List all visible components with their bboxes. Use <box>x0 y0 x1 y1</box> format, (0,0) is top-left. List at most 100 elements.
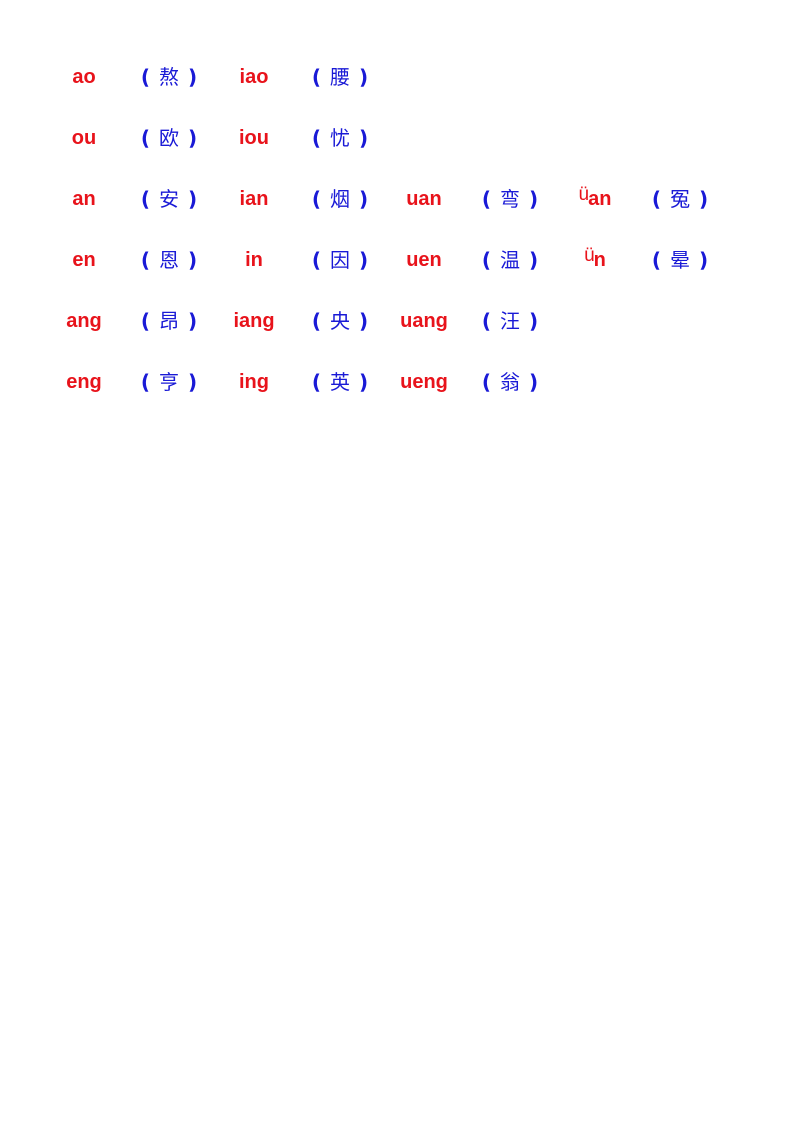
pinyin-text: iou <box>239 127 269 149</box>
example-character: (欧) <box>124 123 214 153</box>
open-paren: ( <box>140 248 150 272</box>
open-paren: ( <box>140 309 150 333</box>
pinyin-final: uang <box>374 306 474 336</box>
hanzi: 恩 <box>159 248 179 272</box>
close-paren: ) <box>359 370 369 394</box>
hanzi: 英 <box>330 370 350 394</box>
example-character: (翁) <box>465 367 555 397</box>
open-paren: ( <box>140 65 150 89</box>
hanzi: 腰 <box>330 65 350 89</box>
close-paren: ) <box>529 248 539 272</box>
close-paren: ) <box>529 370 539 394</box>
close-paren: ) <box>188 187 198 211</box>
hanzi: 汪 <box>500 309 520 333</box>
pinyin-final: iang <box>204 306 304 336</box>
close-paren: ) <box>188 248 198 272</box>
pinyin-text: ueng <box>400 371 448 393</box>
pinyin-text: ing <box>239 371 269 393</box>
pinyin-final: ao <box>34 62 134 92</box>
example-character: (烟) <box>295 184 385 214</box>
pinyin-final: uan <box>374 184 474 214</box>
hanzi: 熬 <box>159 65 179 89</box>
close-paren: ) <box>188 370 198 394</box>
pinyin-final: ang <box>34 306 134 336</box>
close-paren: ) <box>699 248 709 272</box>
pinyin-text: uan <box>406 188 442 210</box>
pinyin-text: eng <box>66 371 102 393</box>
example-character: (忧) <box>295 123 385 153</box>
pinyin-text: en <box>72 249 96 271</box>
umlaut-u: ü <box>578 184 590 205</box>
final-row: an(安) ian(烟) uan(弯) üan(冤) <box>0 184 800 214</box>
hanzi: 安 <box>159 187 179 211</box>
hanzi: 忧 <box>330 126 350 150</box>
pinyin-final: in <box>204 245 304 275</box>
example-character: ( 温) <box>465 245 555 275</box>
open-paren: ( <box>311 370 321 394</box>
example-character: ( 因) <box>295 245 385 275</box>
hanzi: 因 <box>330 248 350 272</box>
pinyin-final: ueng <box>374 367 474 397</box>
pinyin-final: iao <box>204 62 304 92</box>
pinyin-final: uen <box>374 245 474 275</box>
hanzi: 昂 <box>159 309 179 333</box>
pinyin-final: eng <box>34 367 134 397</box>
pinyin-final: en <box>34 245 134 275</box>
close-paren: ) <box>359 187 369 211</box>
pinyin-text: iang <box>233 310 275 332</box>
pinyin-final: ün <box>545 245 645 276</box>
hanzi: 温 <box>500 248 520 272</box>
open-paren: ( <box>481 370 491 394</box>
open-paren: ( <box>651 248 661 272</box>
final-row: ou (欧) iou (忧) <box>0 123 800 153</box>
open-paren: ( <box>481 187 491 211</box>
example-character: ( 英) <box>295 367 385 397</box>
pinyin-final: ou <box>34 123 134 153</box>
hanzi: 央 <box>330 309 350 333</box>
example-character: ( 恩) <box>124 245 214 275</box>
pinyin-text: ou <box>71 127 97 149</box>
open-paren: ( <box>311 309 321 333</box>
close-paren: ) <box>359 126 369 150</box>
open-paren: ( <box>311 65 321 89</box>
example-character: ( 央) <box>295 306 385 336</box>
pinyin-final: üan <box>545 184 645 215</box>
close-paren: ) <box>188 126 198 150</box>
open-paren: ( <box>651 187 661 211</box>
pinyin-final: ing <box>204 367 304 397</box>
pinyin-text: n <box>593 249 606 271</box>
final-row: en(恩) in(因) uen(温) ün(晕) <box>0 245 800 275</box>
close-paren: ) <box>359 309 369 333</box>
close-paren: ) <box>188 309 198 333</box>
hanzi: 冤 <box>670 187 690 211</box>
close-paren: ) <box>359 248 369 272</box>
open-paren: ( <box>140 126 150 150</box>
hanzi: 晕 <box>670 248 690 272</box>
example-character: (亨) <box>124 367 214 397</box>
close-paren: ) <box>188 65 198 89</box>
open-paren: ( <box>311 187 321 211</box>
open-paren: ( <box>311 248 321 272</box>
pinyin-text: ang <box>66 310 102 332</box>
pinyin-final: an <box>34 184 134 214</box>
pinyin-final: ian <box>204 184 304 214</box>
pinyin-text: in <box>245 249 263 271</box>
pinyin-text: uang <box>400 310 448 332</box>
hanzi: 弯 <box>500 187 520 211</box>
open-paren: ( <box>140 370 150 394</box>
example-character: ( 弯) <box>465 184 555 214</box>
example-character: (冤) <box>635 184 725 214</box>
pinyin-text: ian <box>239 188 269 210</box>
umlaut-u: ü <box>584 245 595 266</box>
final-row: ang ( 昂) iang ( 央) uang (汪) <box>0 306 800 336</box>
final-row: ao (熬) iao (腰) <box>0 62 800 92</box>
example-character: ( 晕) <box>635 245 725 275</box>
pinyin-text: an <box>588 188 612 210</box>
pinyin-text: an <box>72 188 96 210</box>
example-character: (汪) <box>465 306 555 336</box>
close-paren: ) <box>529 187 539 211</box>
open-paren: ( <box>481 248 491 272</box>
pinyin-text: iao <box>239 66 269 88</box>
pinyin-text: uen <box>406 249 442 271</box>
open-paren: ( <box>140 187 150 211</box>
